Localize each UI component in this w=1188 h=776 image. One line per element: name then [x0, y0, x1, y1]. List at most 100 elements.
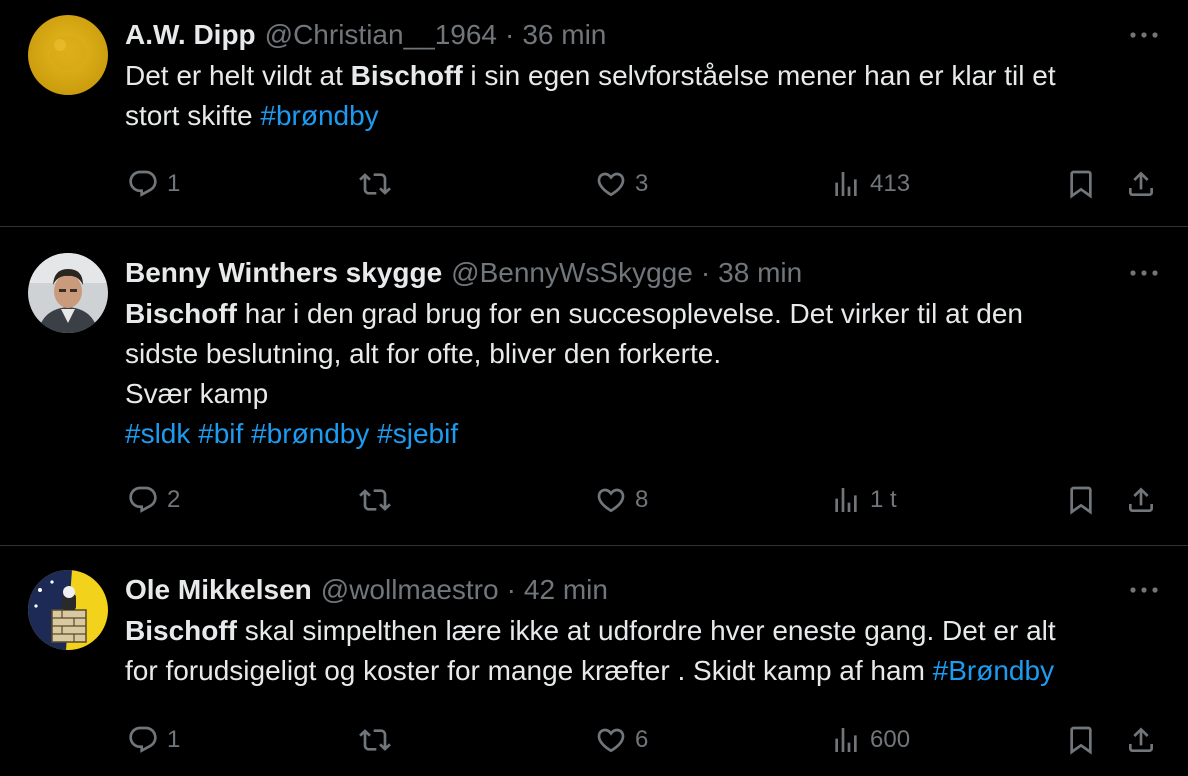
view-count: 1 t — [870, 486, 897, 513]
hashtag-link[interactable]: #Brøndby — [933, 655, 1054, 686]
bookmark-button[interactable] — [1065, 720, 1097, 760]
bookmark-icon — [1065, 484, 1097, 516]
tweet[interactable]: Ole Mikkelsen @wollmaestro · 42 min Bisc… — [0, 547, 1188, 776]
heart-icon — [595, 724, 627, 756]
reply-count: 2 — [167, 486, 181, 513]
views-button[interactable]: 600 — [830, 720, 910, 760]
like-button[interactable]: 3 — [595, 164, 648, 204]
bookmark-button[interactable] — [1065, 164, 1097, 204]
tweet-header: Benny Winthers skygge @BennyWsSkygge · 3… — [125, 254, 1160, 292]
timestamp[interactable]: 36 min — [522, 16, 606, 54]
hashtag-link[interactable]: #brøndby — [260, 100, 378, 131]
hashtag-link[interactable]: #sjebif — [377, 418, 458, 449]
share-button[interactable] — [1125, 480, 1157, 520]
like-button[interactable]: 8 — [595, 480, 648, 520]
author-handle[interactable]: @Christian__1964 — [265, 16, 497, 54]
timestamp[interactable]: 38 min — [718, 254, 802, 292]
reply-button[interactable]: 1 — [127, 164, 180, 204]
text-segment — [243, 418, 251, 449]
reply-icon — [127, 484, 159, 516]
views-button[interactable]: 413 — [830, 164, 910, 204]
author-name[interactable]: Ole Mikkelsen — [125, 571, 312, 609]
hashtag-link[interactable]: #bif — [198, 418, 243, 449]
views-button[interactable]: 1 t — [830, 480, 897, 520]
more-options-icon[interactable] — [1120, 571, 1160, 609]
heart-icon — [595, 484, 627, 516]
author-name[interactable]: A.W. Dipp — [125, 16, 256, 54]
share-icon — [1125, 168, 1157, 200]
tweet[interactable]: A.W. Dipp @Christian__1964 · 36 min Det … — [0, 0, 1188, 227]
avatar[interactable] — [28, 15, 108, 95]
reply-icon — [127, 168, 159, 200]
heart-icon — [595, 168, 627, 200]
author-handle[interactable]: @wollmaestro — [321, 571, 499, 609]
share-button[interactable] — [1125, 720, 1157, 760]
tweet-feed: A.W. Dipp @Christian__1964 · 36 min Det … — [0, 0, 1188, 776]
timestamp[interactable]: 42 min — [524, 571, 608, 609]
tweet-text-line: stort skifte #brøndby — [125, 96, 1160, 136]
like-count: 3 — [635, 170, 649, 197]
tweet-text: Bischoff skal simpelthen lære ikke at ud… — [125, 611, 1160, 691]
more-options-icon[interactable] — [1120, 254, 1160, 292]
tweet-text-line: Bischoff skal simpelthen lære ikke at ud… — [125, 611, 1160, 651]
views-chart-icon — [830, 724, 862, 756]
author-name[interactable]: Benny Winthers skygge — [125, 254, 442, 292]
hashtag-link[interactable]: #sldk — [125, 418, 190, 449]
author-handle[interactable]: @BennyWsSkygge — [451, 254, 693, 292]
views-chart-icon — [830, 168, 862, 200]
text-segment: har i den grad brug for en succesoplevel… — [237, 298, 1023, 329]
mentioned-name: Bischoff — [350, 60, 463, 91]
tweet-text-line: Svær kamp — [125, 374, 1160, 414]
text-segment: skal simpelthen lære ikke at udfordre hv… — [237, 615, 1056, 646]
reply-button[interactable]: 2 — [127, 480, 180, 520]
more-options-icon[interactable] — [1120, 16, 1160, 54]
text-segment: for forudsigeligt og koster for mange kr… — [125, 655, 933, 686]
hashtag-link[interactable]: #brøndby — [251, 418, 369, 449]
avatar[interactable] — [28, 570, 108, 650]
reply-count: 1 — [167, 726, 181, 753]
tweet-text-line: for forudsigeligt og koster for mange kr… — [125, 651, 1160, 691]
retweet-icon — [359, 484, 391, 516]
mentioned-name: Bischoff — [125, 298, 237, 329]
retweet-button[interactable] — [359, 480, 399, 520]
mentioned-name: Bischoff — [125, 615, 237, 646]
tweet-text-line: Det er helt vildt at Bischoff i sin egen… — [125, 56, 1160, 96]
retweet-button[interactable] — [359, 720, 399, 760]
tweet-actions: 1 3 413 — [125, 164, 1160, 204]
retweet-icon — [359, 724, 391, 756]
retweet-icon — [359, 168, 391, 200]
view-count: 413 — [870, 170, 911, 197]
text-segment — [190, 418, 198, 449]
text-segment: Svær kamp — [125, 378, 269, 409]
avatar[interactable] — [28, 253, 108, 333]
reply-count: 1 — [167, 170, 181, 197]
reply-button[interactable]: 1 — [127, 720, 180, 760]
like-count: 6 — [635, 726, 649, 753]
tweet-header: A.W. Dipp @Christian__1964 · 36 min — [125, 16, 1160, 54]
views-chart-icon — [830, 484, 862, 516]
tweet-text: Bischoff har i den grad brug for en succ… — [125, 294, 1160, 454]
tweet-text: Det er helt vildt at Bischoff i sin egen… — [125, 56, 1160, 136]
tweet-text-line: sidste beslutning, alt for ofte, bliver … — [125, 334, 1160, 374]
view-count: 600 — [870, 726, 911, 753]
share-icon — [1125, 724, 1157, 756]
tweet-text-line: Bischoff har i den grad brug for en succ… — [125, 294, 1160, 334]
tweet-text-line: #sldk #bif #brøndby #sjebif — [125, 414, 1160, 454]
share-button[interactable] — [1125, 164, 1157, 204]
tweet-content: Ole Mikkelsen @wollmaestro · 42 min Bisc… — [125, 571, 1160, 691]
tweet[interactable]: Benny Winthers skygge @BennyWsSkygge · 3… — [0, 228, 1188, 546]
retweet-button[interactable] — [359, 164, 399, 204]
text-segment: stort skifte — [125, 100, 261, 131]
separator: · — [506, 574, 516, 605]
bookmark-button[interactable] — [1065, 480, 1097, 520]
tweet-content: Benny Winthers skygge @BennyWsSkygge · 3… — [125, 254, 1160, 454]
text-segment — [369, 418, 377, 449]
separator: · — [505, 19, 515, 50]
text-segment: Det er helt vildt at — [125, 60, 351, 91]
share-icon — [1125, 484, 1157, 516]
reply-icon — [127, 724, 159, 756]
like-button[interactable]: 6 — [595, 720, 648, 760]
tweet-content: A.W. Dipp @Christian__1964 · 36 min Det … — [125, 16, 1160, 136]
tweet-actions: 1 6 600 — [125, 720, 1160, 760]
like-count: 8 — [635, 486, 649, 513]
